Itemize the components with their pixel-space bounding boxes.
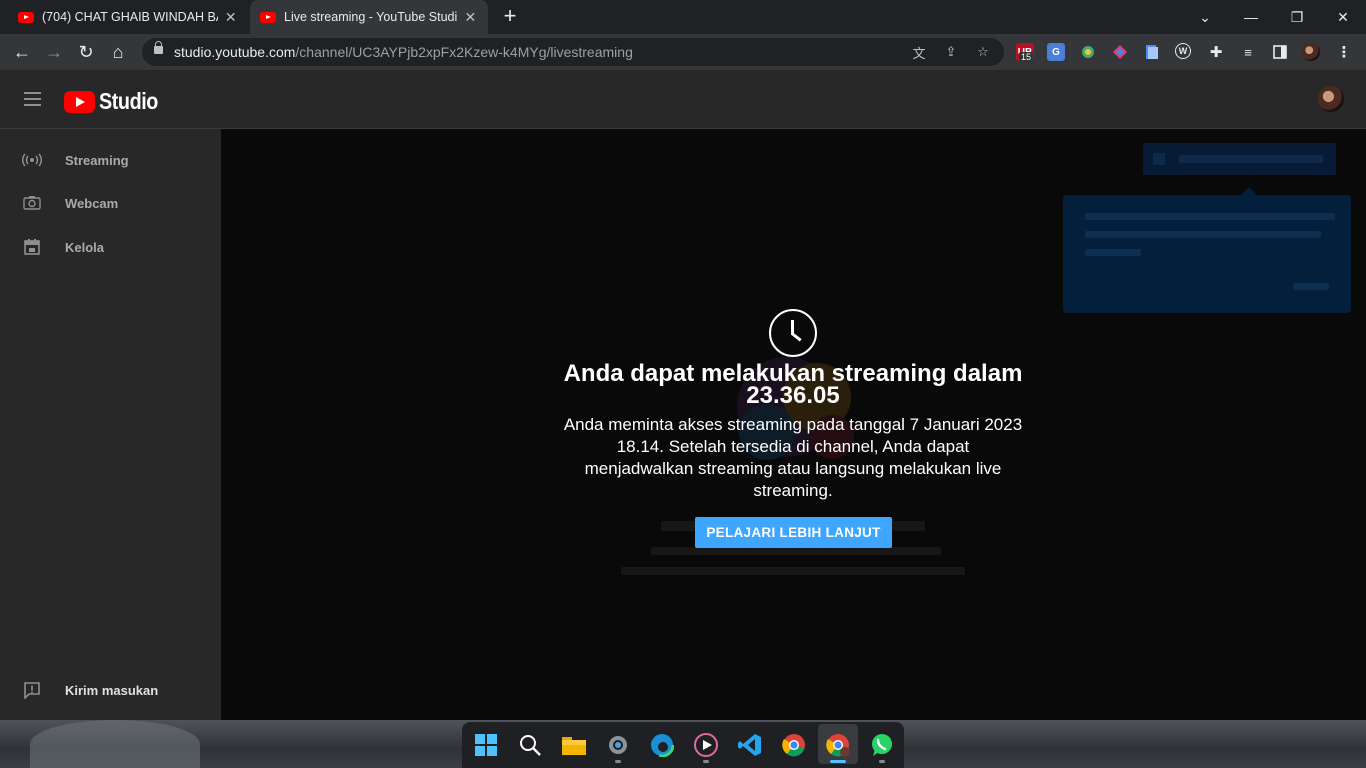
tab-title: Live streaming - YouTube Studio: [284, 10, 457, 24]
studio-logo[interactable]: Studio: [64, 88, 168, 115]
sidebar-item-webcam[interactable]: Webcam: [0, 183, 221, 223]
forward-button[interactable]: →: [42, 40, 66, 64]
reload-button[interactable]: ↻: [74, 40, 98, 64]
feedback-label: Kirim masukan: [65, 682, 159, 698]
streaming-access-overlay: Anda dapat melakukan streaming dalam 23.…: [221, 129, 1366, 720]
browser-tab-chat-ghaib[interactable]: (704) CHAT GHAIB WINDAH BASI ✕: [8, 0, 248, 34]
vscode-icon[interactable]: [737, 732, 763, 758]
browser-tab-strip: (704) CHAT GHAIB WINDAH BASI ✕ Live stre…: [0, 0, 1366, 34]
start-menu-icon[interactable]: [473, 732, 499, 758]
studio-header: Studio: [0, 70, 1366, 129]
minimize-button[interactable]: —: [1228, 0, 1274, 34]
media-control-icon[interactable]: ≡: [1239, 43, 1257, 61]
taskbar-running-dot: [615, 760, 621, 763]
account-avatar[interactable]: [1318, 86, 1344, 112]
calendar-icon: [22, 237, 42, 257]
taskbar-running-dot: [879, 760, 885, 763]
camera-icon: [22, 193, 42, 213]
translate-icon[interactable]: 文: [910, 43, 928, 61]
broadcast-icon: [22, 150, 42, 170]
home-button[interactable]: ⌂: [106, 40, 130, 64]
search-icon[interactable]: [517, 732, 543, 758]
menu-hamburger-icon[interactable]: [24, 92, 41, 106]
lock-icon: [154, 41, 163, 54]
browser-toolbar: ← → ↻ ⌂ studio.youtube.com/channel/UC3AY…: [0, 34, 1366, 70]
extension-w-icon[interactable]: W: [1175, 43, 1191, 59]
sidebar-item-label: Streaming: [65, 152, 129, 168]
notice-description: Anda meminta akses streaming pada tangga…: [563, 415, 1023, 500]
sidebar-item-streaming[interactable]: Streaming: [0, 140, 221, 180]
youtube-favicon-icon: [260, 11, 276, 23]
url-text: studio.youtube.com/channel/UC3AYPjb2xpFx…: [174, 44, 633, 60]
side-panel-icon[interactable]: [1271, 43, 1289, 61]
extension-badge: 15: [1019, 52, 1034, 62]
youtube-play-icon: [64, 90, 95, 113]
new-tab-button[interactable]: +: [498, 5, 522, 29]
browser-tab-live-streaming[interactable]: Live streaming - YouTube Studio ✕: [250, 0, 488, 34]
sidebar-item-kelola[interactable]: Kelola: [0, 227, 221, 267]
extension-google-translate-icon[interactable]: G: [1047, 43, 1065, 61]
bookmark-star-icon[interactable]: ☆: [974, 43, 992, 61]
file-explorer-icon[interactable]: [561, 732, 587, 758]
edge-browser-icon[interactable]: [649, 732, 675, 758]
extension-color-picker-icon[interactable]: [1079, 43, 1097, 61]
tab-title: (704) CHAT GHAIB WINDAH BASI: [42, 10, 218, 24]
sidebar-item-label: Kelola: [65, 239, 105, 255]
clock-icon: [769, 309, 817, 357]
learn-more-button[interactable]: PELAJARI LEBIH LANJUT: [695, 517, 892, 548]
feedback-icon: [22, 680, 42, 700]
share-icon[interactable]: ⇪: [942, 43, 960, 61]
chrome-icon[interactable]: [781, 732, 807, 758]
sidebar-item-label: Webcam: [65, 195, 119, 211]
extension-rainbow-icon[interactable]: [1111, 43, 1129, 61]
browser-menu-icon[interactable]: ⋮: [1335, 43, 1353, 61]
youtube-favicon-icon: [18, 11, 34, 23]
notice-countdown: 23.36.05: [746, 382, 840, 409]
taskbar-active-indicator: [830, 760, 846, 763]
studio-logo-text: Studio: [99, 88, 158, 114]
close-tab-icon[interactable]: ✕: [463, 9, 478, 26]
tab-search-icon[interactable]: ⌄: [1182, 0, 1228, 34]
media-player-icon[interactable]: [693, 732, 719, 758]
studio-sidebar: Streaming Webcam Kelola Kirim masukan: [0, 129, 221, 720]
feedback-button[interactable]: Kirim masukan: [0, 670, 221, 710]
screen: (704) CHAT GHAIB WINDAH BASI ✕ Live stre…: [0, 0, 1366, 768]
close-window-button[interactable]: ✕: [1320, 0, 1366, 34]
address-bar[interactable]: studio.youtube.com/channel/UC3AYPjb2xpFx…: [142, 38, 1004, 66]
back-button[interactable]: ←: [10, 40, 34, 64]
taskbar-running-dot: [703, 760, 709, 763]
extension-docs-icon[interactable]: [1143, 43, 1161, 61]
restore-button[interactable]: ❐: [1274, 0, 1320, 34]
close-tab-icon[interactable]: ✕: [224, 9, 238, 26]
extensions-puzzle-icon[interactable]: ✚: [1207, 43, 1225, 61]
notice-headline: Anda dapat melakukan streaming dalam: [563, 360, 1023, 387]
profile-avatar[interactable]: [1302, 43, 1320, 61]
chrome-profile-icon[interactable]: [825, 732, 851, 758]
settings-gear-icon[interactable]: [605, 732, 631, 758]
whatsapp-icon[interactable]: [869, 732, 895, 758]
